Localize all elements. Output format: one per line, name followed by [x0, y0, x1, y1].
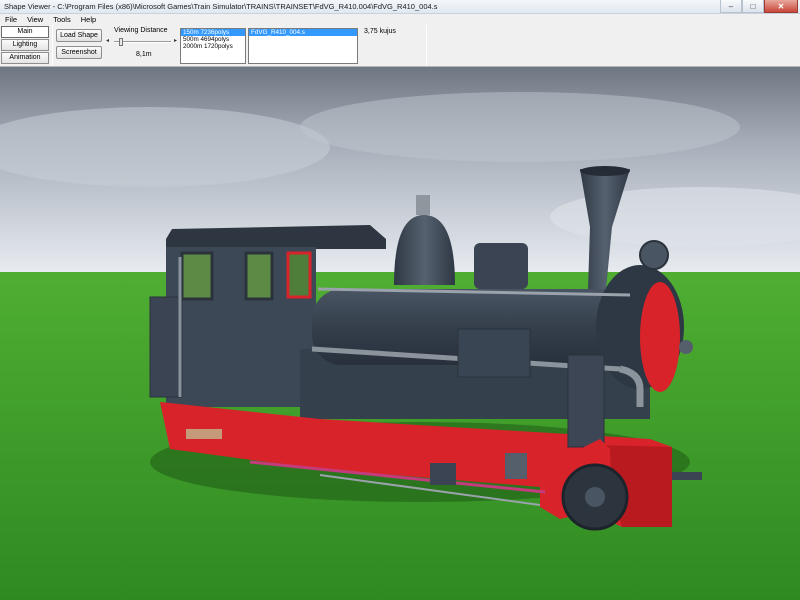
tab-main[interactable]: Main [1, 26, 49, 38]
divider [426, 25, 427, 66]
status-text: 3,75 kujus [364, 28, 396, 35]
shape-list[interactable]: FdVG_R410_004.s [248, 28, 358, 64]
minimize-button[interactable]: – [720, 0, 742, 13]
control-panel: Main Lighting Animation Load Shape Scree… [0, 25, 800, 67]
cab-window [286, 251, 312, 299]
menu-bar: File View Tools Help [0, 14, 800, 25]
3d-viewport[interactable] [0, 67, 800, 600]
headlamp [639, 240, 669, 270]
close-button[interactable]: ✕ [764, 0, 798, 13]
viewing-distance-label: Viewing Distance [114, 27, 168, 34]
lod-list-item[interactable]: 150m 7236polys [181, 29, 245, 36]
maximize-button[interactable]: □ [742, 0, 764, 13]
menu-view[interactable]: View [22, 14, 48, 25]
tab-animation[interactable]: Animation [1, 52, 49, 64]
brake-gear [505, 453, 527, 479]
cylinder [567, 354, 605, 448]
window-title: Shape Viewer - C:\Program Files (x86)\Mi… [4, 2, 438, 11]
cab-window [244, 251, 274, 301]
menu-help[interactable]: Help [76, 14, 101, 25]
cloud [300, 92, 740, 162]
window-controls: – □ ✕ [720, 0, 798, 14]
menu-file[interactable]: File [0, 14, 22, 25]
slider-thumb[interactable] [119, 38, 123, 46]
sand-box [474, 243, 528, 289]
valve-chest [457, 328, 531, 378]
lod-list-item[interactable]: 500m 4694polys [181, 36, 245, 43]
cab-window [180, 251, 214, 301]
screenshot-button[interactable]: Screenshot [56, 46, 102, 59]
smokebox-door [640, 282, 680, 392]
lod-list[interactable]: 150m 7236polys 500m 4694polys 2000m 1720… [180, 28, 246, 64]
viewing-distance-slider[interactable]: ◂ ▸ [104, 37, 180, 46]
side-panel [149, 296, 183, 398]
divider [52, 25, 53, 66]
cab-roof [166, 225, 386, 249]
tab-lighting[interactable]: Lighting [1, 39, 49, 51]
wheel-hub [585, 487, 605, 507]
valve-gear [430, 463, 456, 485]
menu-tools[interactable]: Tools [48, 14, 76, 25]
shape-list-item[interactable]: FdVG_R410_004.s [249, 29, 357, 36]
title-bar: Shape Viewer - C:\Program Files (x86)\Mi… [0, 0, 800, 14]
load-shape-button[interactable]: Load Shape [56, 29, 102, 42]
slider-right-arrow-icon[interactable]: ▸ [172, 37, 179, 46]
smokebox-handle [679, 340, 693, 354]
viewing-distance-value: 8,1m [136, 51, 152, 58]
coupler [672, 472, 702, 480]
cab-step [186, 429, 222, 439]
chimney-top [580, 166, 630, 176]
slider-left-arrow-icon[interactable]: ◂ [104, 37, 111, 46]
safety-valve [416, 195, 430, 215]
lod-list-item[interactable]: 2000m 1720polys [181, 43, 245, 50]
scene-render[interactable] [0, 67, 800, 600]
